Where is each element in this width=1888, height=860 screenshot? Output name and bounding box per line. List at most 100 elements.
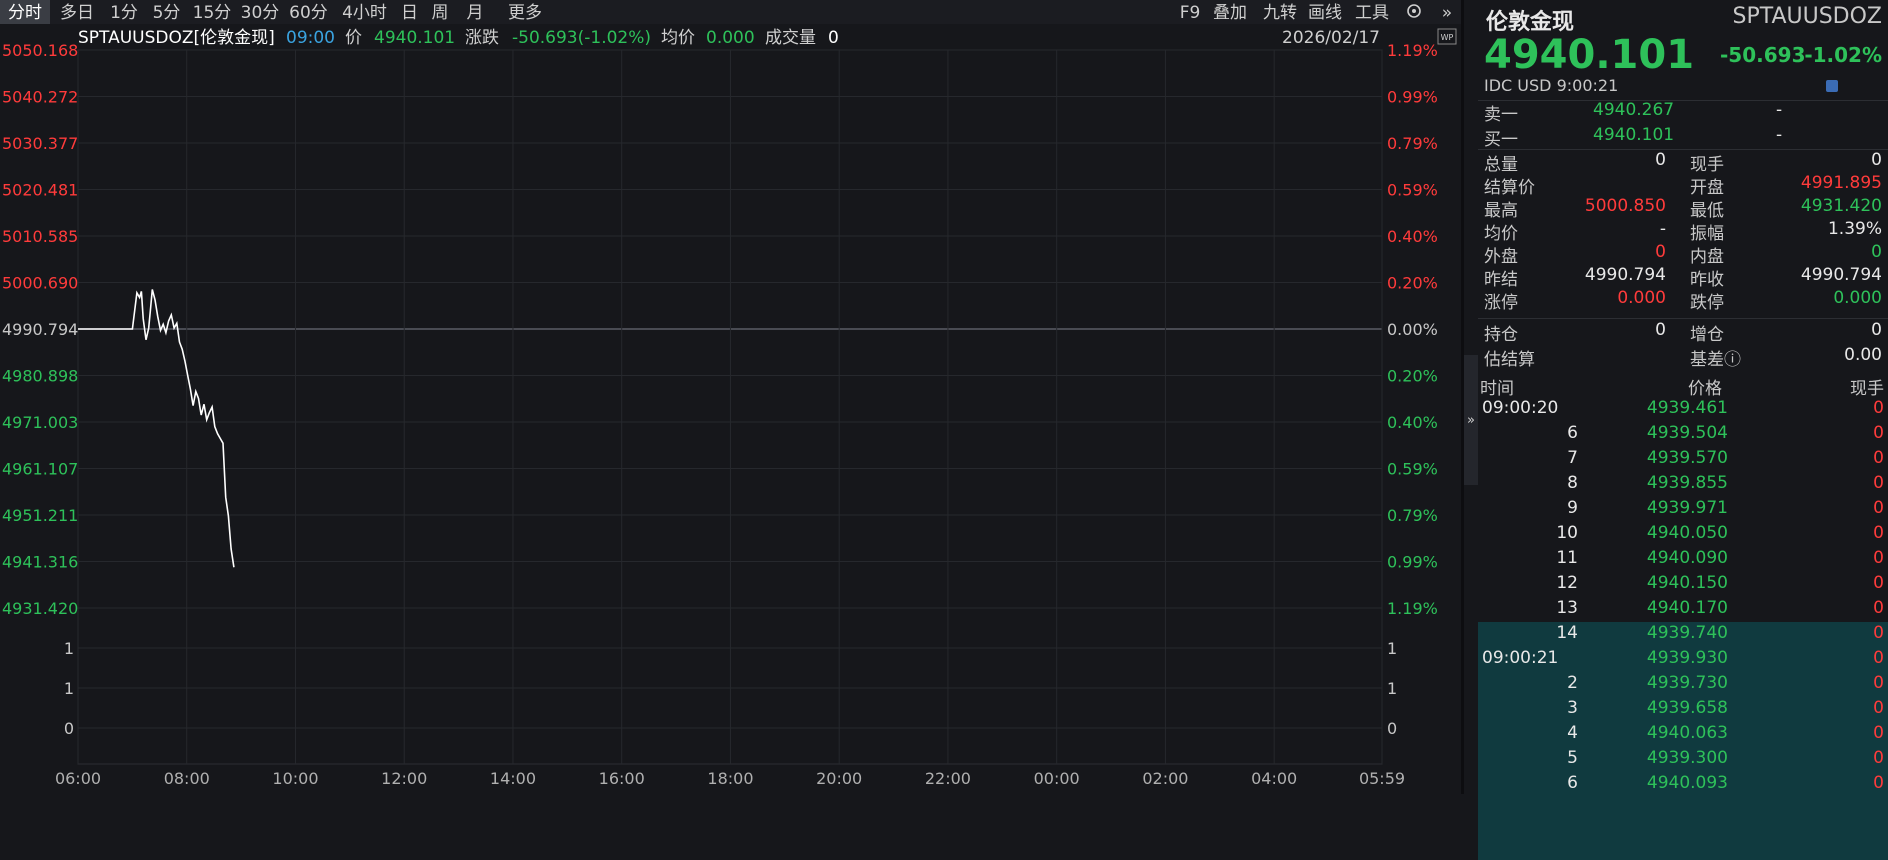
tool-1[interactable]: 叠加 [1213, 3, 1247, 23]
period-tab-1[interactable]: 多日 [60, 3, 94, 23]
stat-label: 结算价 [1484, 178, 1535, 198]
position-value: 0.00 [1844, 345, 1882, 365]
tick-volume: 0 [1873, 673, 1884, 693]
stat-label: 振幅 [1690, 224, 1724, 244]
tick-price: 4939.855 [1646, 473, 1728, 493]
period-tab-3[interactable]: 5分 [153, 3, 181, 23]
tick-volume: 0 [1873, 598, 1884, 618]
time-axis-label-1: 08:00 [164, 769, 210, 788]
tool-3[interactable]: 画线 [1308, 3, 1342, 23]
info-price-label: 价 [345, 28, 362, 48]
intraday-chart[interactable]: 分时 多日 1分 5分 15分 30分 60分 4小时日周月 更多 F9 叠加 九转 画线 工具 » SPTA… [0, 0, 1461, 794]
tick-time: 5 [1567, 748, 1578, 768]
stat-value: 0 [1871, 242, 1882, 262]
stat-label: 现手 [1690, 155, 1724, 175]
collapse-panel-button[interactable]: » [1464, 355, 1478, 485]
left-axis-label-2: 5030.377 [2, 134, 78, 153]
tick-time: 8 [1567, 473, 1578, 493]
tick-time: 6 [1567, 773, 1578, 793]
period-tab-9[interactable]: 周 [432, 3, 449, 23]
position-label: 估结算 [1484, 350, 1535, 370]
stat-value: - [1659, 219, 1666, 239]
period-tab-8[interactable]: 日 [401, 3, 418, 23]
tool-2[interactable]: 九转 [1263, 3, 1297, 23]
stat-value: 0.000 [1617, 288, 1666, 308]
last-price: 4940.101 [1484, 32, 1695, 78]
info-symbol: SPTAUUSDOZ[伦敦金现] [78, 28, 275, 48]
period-tab-0[interactable]: 分时 [8, 3, 42, 23]
stat-value: 4990.794 [1584, 265, 1666, 285]
left-axis-label-12: 4931.420 [2, 599, 78, 618]
left-axis-label-6: 4990.794 [2, 320, 78, 339]
stat-label: 昨收 [1690, 270, 1724, 290]
tick-price: 4939.730 [1646, 673, 1728, 693]
tool-0[interactable]: F9 [1180, 3, 1201, 23]
tick-volume: 0 [1873, 573, 1884, 593]
time-axis-label-10: 02:00 [1142, 769, 1188, 788]
tick-time: 2 [1567, 673, 1578, 693]
tick-price: 4939.300 [1646, 748, 1728, 768]
edit-icon[interactable] [1826, 80, 1838, 92]
stat-value: 4991.895 [1800, 173, 1882, 193]
tick-time: 3 [1567, 698, 1578, 718]
tool-4[interactable]: 工具 [1355, 3, 1389, 23]
stat-value: 0 [1871, 150, 1882, 170]
right-axis-label-12: 1.19% [1387, 599, 1438, 618]
stat-value: 0 [1655, 150, 1666, 170]
volume-axis-label-1: 1 [64, 679, 74, 698]
expand-icon[interactable]: » [1442, 3, 1452, 23]
period-tab-5[interactable]: 30分 [241, 3, 280, 23]
period-tab-7[interactable]: 4小时 [342, 3, 387, 23]
left-axis-label-10: 4951.211 [2, 506, 78, 525]
tick-time: 14 [1556, 623, 1578, 643]
volume-axis-right-label-1: 1 [1387, 679, 1397, 698]
tick-price: 4939.658 [1646, 698, 1728, 718]
tick-volume: 0 [1873, 548, 1884, 568]
price-change-pct: -1.02% [1804, 43, 1882, 67]
info-change: -50.693(-1.02%) [512, 28, 651, 48]
period-tab-4[interactable]: 15分 [193, 3, 232, 23]
right-axis-label-9: 0.59% [1387, 460, 1438, 479]
tick-volume: 0 [1873, 473, 1884, 493]
tick-price: 4940.063 [1646, 723, 1728, 743]
stat-label: 最高 [1484, 201, 1518, 221]
tick-price: 4939.930 [1646, 648, 1728, 668]
left-axis-label-9: 4961.107 [2, 460, 78, 479]
tick-time: 9 [1567, 498, 1578, 518]
tick-time: 6 [1567, 423, 1578, 443]
tick-volume: 0 [1873, 448, 1884, 468]
stat-value: 4931.420 [1800, 196, 1882, 216]
right-axis-label-0: 1.19% [1387, 41, 1438, 60]
left-axis-label-0: 5050.168 [2, 41, 78, 60]
tick-volume: 0 [1873, 648, 1884, 668]
tick-volume: 0 [1873, 398, 1884, 418]
instrument-code: SPTAUUSDOZ [1732, 4, 1882, 29]
time-axis-label-6: 18:00 [707, 769, 753, 788]
right-axis-label-8: 0.40% [1387, 413, 1438, 432]
ticks-header-price: 价格 [1688, 379, 1722, 399]
position-label: 增仓 [1690, 325, 1724, 345]
time-axis-label-12: 05:59 [1359, 769, 1405, 788]
period-tab-6[interactable]: 60分 [289, 3, 328, 23]
period-tab-2[interactable]: 1分 [110, 3, 138, 23]
tick-price: 4939.740 [1646, 623, 1728, 643]
tick-volume: 0 [1873, 698, 1884, 718]
tick-price: 4940.170 [1646, 598, 1728, 618]
position-value: 0 [1655, 320, 1666, 340]
volume-axis-label-2: 0 [64, 719, 74, 738]
period-tab-11[interactable]: 更多 [508, 3, 542, 23]
period-tab-10[interactable]: 月 [467, 3, 484, 23]
right-axis-label-1: 0.99% [1387, 88, 1438, 107]
time-axis-label-7: 20:00 [816, 769, 862, 788]
info-avg-label: 均价 [661, 28, 695, 48]
wp-badge-label: WP [1441, 33, 1454, 42]
volume-axis-right-label-2: 0 [1387, 719, 1397, 738]
volume-axis-right-label-0: 1 [1387, 639, 1397, 658]
tick-price: 4940.050 [1646, 523, 1728, 543]
tick-price: 4939.461 [1646, 398, 1728, 418]
ticks-header-time: 时间 [1480, 379, 1514, 399]
stat-label: 开盘 [1690, 178, 1724, 198]
info-volume-label: 成交量 [765, 28, 816, 48]
tick-time: 10 [1556, 523, 1578, 543]
info-date: 2026/02/17 [1282, 28, 1380, 48]
